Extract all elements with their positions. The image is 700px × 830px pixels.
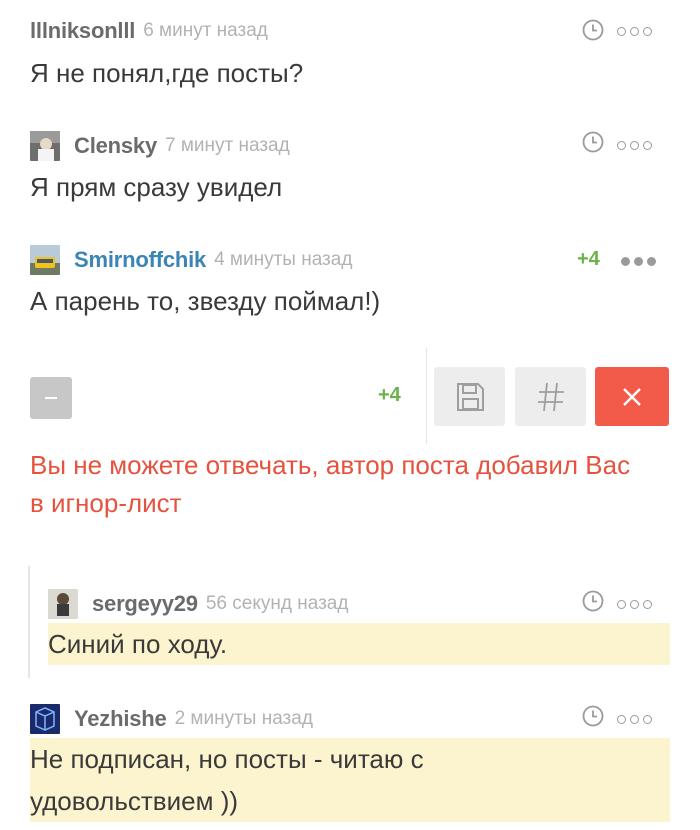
save-button[interactable] — [434, 367, 505, 426]
minus-icon — [45, 397, 57, 399]
comment-time[interactable]: 2 минуты назад — [175, 708, 313, 730]
comment-username[interactable]: sergeyy29 — [92, 591, 198, 617]
comment-header: Yezhishe 2 минуты назад — [30, 704, 313, 734]
comment-text: А парень то, звезду поймал!) — [30, 286, 381, 316]
avatar[interactable] — [30, 245, 60, 275]
comment-username[interactable]: Yezhishe — [74, 706, 167, 732]
close-icon — [623, 387, 641, 406]
comment-header: Clensky 7 минут назад — [30, 131, 290, 161]
avatar[interactable] — [30, 704, 60, 734]
comment-text: Я прям сразу увидел — [30, 172, 283, 202]
comment-text: Я не понял,где посты? — [30, 58, 304, 88]
comment-time[interactable]: 4 минуты назад — [214, 249, 352, 271]
panel-rating: +4 — [378, 384, 401, 406]
more-options-icon[interactable] — [617, 715, 652, 724]
error-line: Вы не можете отвечать, автор поста добав… — [30, 450, 631, 480]
avatar[interactable] — [30, 131, 60, 161]
comment-text: Не подписан, но посты - читаю с удовольс… — [30, 738, 424, 822]
comment-username[interactable]: lllniksonlll — [30, 18, 135, 44]
divider — [426, 348, 427, 444]
comment-time[interactable]: 7 минут назад — [165, 135, 290, 157]
clock-icon[interactable] — [582, 131, 604, 153]
comment-header: sergeyy29 56 секунд назад — [48, 589, 348, 619]
comment-time[interactable]: 6 минут назад — [143, 20, 268, 42]
comment-text: Синий по ходу. — [48, 629, 228, 659]
comment-header: lllniksonlll 6 минут назад — [30, 16, 268, 46]
comment-header: Smirnoffchik 4 минуты назад — [30, 245, 352, 275]
save-icon — [456, 382, 484, 411]
comment-username[interactable]: Smirnoffchik — [74, 247, 206, 273]
more-options-icon[interactable] — [617, 600, 652, 609]
comment-text-line: Не подписан, но посты - читаю с — [30, 744, 424, 774]
hashtag-button[interactable] — [515, 367, 586, 426]
hash-icon — [537, 382, 564, 411]
more-options-icon[interactable] — [617, 141, 652, 150]
clock-icon[interactable] — [582, 705, 604, 727]
thread-line[interactable] — [28, 566, 30, 678]
avatar[interactable] — [48, 589, 78, 619]
more-options-icon[interactable] — [617, 27, 652, 36]
clock-icon[interactable] — [582, 590, 604, 612]
comment-text-line: удовольствием )) — [30, 786, 239, 816]
comment-username[interactable]: Clensky — [74, 133, 157, 159]
reply-error-message: Вы не можете отвечать, автор поста добав… — [30, 446, 680, 522]
comment-rating: +4 — [577, 248, 600, 270]
clock-icon[interactable] — [582, 19, 604, 41]
downvote-button[interactable] — [30, 377, 72, 419]
more-options-icon[interactable] — [621, 257, 656, 266]
error-line: в игнор-лист — [30, 488, 182, 518]
close-button[interactable] — [595, 367, 669, 426]
comment-time[interactable]: 56 секунд назад — [206, 593, 349, 615]
